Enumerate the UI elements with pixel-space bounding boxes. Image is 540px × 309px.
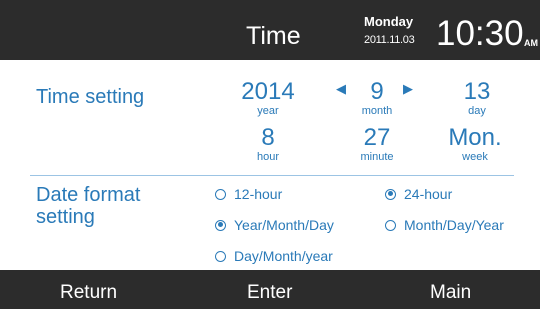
hour-value: 8 <box>261 124 275 151</box>
week-field[interactable]: Mon. week <box>440 124 510 164</box>
date-format-label-line1: Date format <box>36 184 141 206</box>
footer-bar: Return Enter Main <box>0 270 540 309</box>
month-prev-icon[interactable]: ◀ <box>336 81 346 97</box>
month-field[interactable]: 9 month <box>352 78 402 118</box>
radio-24-hour-icon[interactable] <box>385 188 396 200</box>
option-year-month-day-label: Year/Month/Day <box>234 217 334 233</box>
time-setting-label: Time setting <box>36 86 145 108</box>
year-field[interactable]: 2014 year <box>236 78 300 118</box>
radio-12-hour-icon[interactable] <box>215 188 226 200</box>
day-field[interactable]: 13 day <box>450 78 504 118</box>
option-month-day-year[interactable]: Month/Day/Year <box>385 217 504 233</box>
hour-field[interactable]: 8 hour <box>244 124 292 164</box>
option-24-hour-label: 24-hour <box>404 186 453 202</box>
option-12-hour-label: 12-hour <box>234 186 283 202</box>
year-value: 2014 <box>241 78 295 105</box>
option-12-hour[interactable]: 12-hour <box>215 186 282 202</box>
option-day-month-year[interactable]: Day/Month/year <box>215 248 333 264</box>
hour-unit: hour <box>256 151 280 163</box>
option-24-hour[interactable]: 24-hour <box>385 186 452 202</box>
radio-day-month-year-icon[interactable] <box>215 250 226 262</box>
radio-year-month-day-icon[interactable] <box>215 219 226 231</box>
option-year-month-day[interactable]: Year/Month/Day <box>215 217 334 233</box>
weekday-text: Monday <box>364 14 414 29</box>
return-button[interactable]: Return <box>60 282 117 304</box>
page-title: Time <box>246 22 301 50</box>
date-text: 2011.11.03 <box>364 34 415 46</box>
month-unit: month <box>361 105 393 117</box>
header-bar: Time Monday 2011.11.03 10:30 AM <box>0 0 540 60</box>
day-unit: day <box>468 105 486 117</box>
option-day-month-year-label: Day/Month/year <box>234 248 333 264</box>
option-month-day-year-label: Month/Day/Year <box>404 217 504 233</box>
clock-ampm: AM <box>524 38 538 48</box>
date-format-label-line2: setting <box>36 206 95 228</box>
week-unit: week <box>462 151 488 163</box>
minute-unit: minute <box>360 151 394 163</box>
month-next-icon[interactable]: ▶ <box>403 81 413 97</box>
radio-month-day-year-icon[interactable] <box>385 219 396 231</box>
section-divider <box>30 175 514 176</box>
day-value: 13 <box>463 78 491 105</box>
month-value: 9 <box>370 78 384 105</box>
minute-field[interactable]: 27 minute <box>348 124 406 164</box>
year-unit: year <box>257 105 279 117</box>
main-button[interactable]: Main <box>430 282 471 304</box>
minute-value: 27 <box>363 124 391 151</box>
enter-button[interactable]: Enter <box>247 282 292 304</box>
week-value: Mon. <box>448 124 502 151</box>
clock-time: 10:30 <box>436 14 524 53</box>
